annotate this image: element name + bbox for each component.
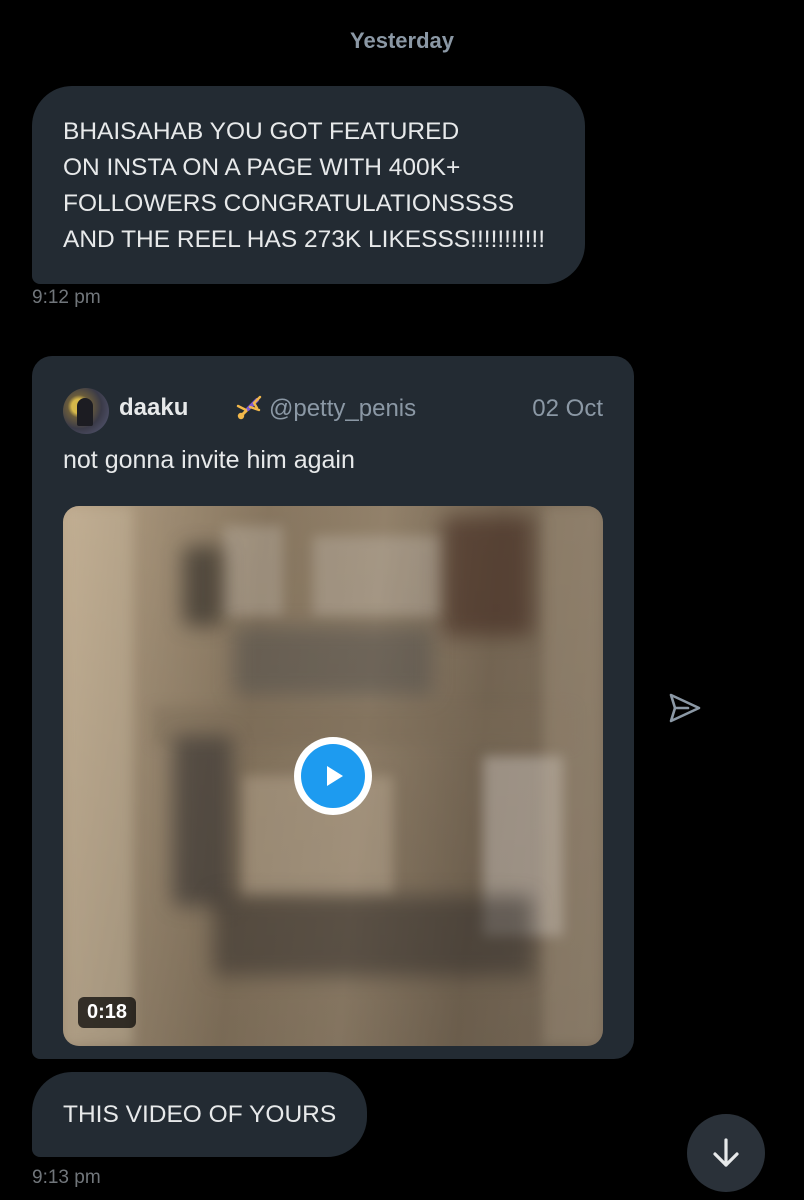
user-handle[interactable]: @petty_penis: [269, 395, 416, 423]
person-cartwheeling-icon: [236, 395, 262, 420]
video-duration: 0:18: [78, 997, 137, 1028]
message-timestamp: 9:12 pm: [32, 287, 101, 308]
video-frame-detail: [223, 526, 283, 616]
message-timestamp: 9:13 pm: [32, 1167, 101, 1188]
video-frame-detail: [183, 546, 223, 626]
scroll-to-bottom-button[interactable]: [687, 1114, 765, 1192]
video-frame-detail: [173, 736, 233, 906]
video-frame-detail: [543, 506, 603, 1046]
video-frame-detail: [443, 516, 533, 636]
play-button[interactable]: [294, 737, 372, 815]
date-separator: Yesterday: [350, 28, 454, 53]
message-text-line: ON INSTA ON A PAGE WITH 400K+: [63, 154, 461, 181]
video-frame-detail: [313, 536, 443, 616]
message-text-line: BHAISAHAB YOU GOT FEATURED: [63, 118, 460, 145]
shared-post-card[interactable]: daaku @petty_penis 02 Oct not gonna invi…: [32, 356, 634, 1059]
message-bubble[interactable]: BHAISAHAB YOU GOT FEATURED ON INSTA ON A…: [32, 86, 585, 284]
video-frame-detail: [233, 626, 433, 696]
message-bubble[interactable]: THIS VIDEO OF YOURS: [32, 1072, 368, 1157]
video-player[interactable]: 0:18: [63, 506, 603, 1046]
play-icon: [301, 744, 365, 808]
dm-conversation: Yesterday BHAISAHAB YOU GOT FEATURED ON …: [0, 0, 804, 1200]
display-name[interactable]: daaku: [119, 394, 188, 422]
video-frame-detail: [63, 506, 133, 1046]
arrow-down-icon: [713, 1138, 739, 1167]
message-text-line: AND THE REEL HAS 273K LIKESSS!!!!!!!!!!!: [63, 226, 546, 253]
message-text-line: FOLLOWERS CONGRATULATIONSSSS: [63, 190, 515, 217]
message-text: THIS VIDEO OF YOURS: [63, 1101, 337, 1128]
video-frame-detail: [213, 896, 533, 976]
tweet-header: daaku @petty_penis 02 Oct: [63, 388, 603, 434]
avatar[interactable]: [63, 388, 109, 434]
tweet-text: not gonna invite him again: [63, 446, 355, 474]
tweet-date: 02 Oct: [532, 395, 603, 422]
send-icon[interactable]: [664, 688, 704, 728]
